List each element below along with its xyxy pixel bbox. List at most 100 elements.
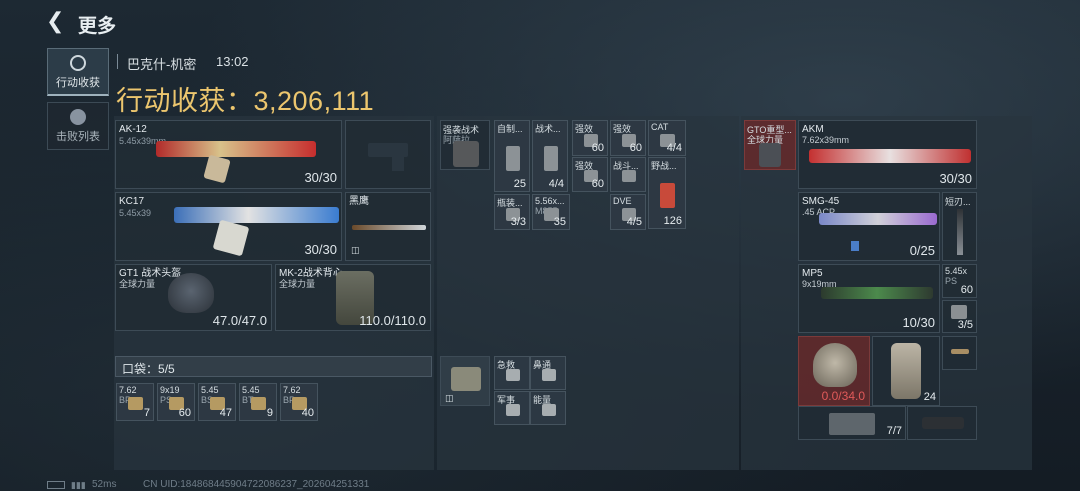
- enemy-vest-image: [759, 143, 781, 167]
- item-name: 5.45: [201, 385, 219, 395]
- pouch-item[interactable]: 5.45 BT 9: [239, 383, 277, 421]
- knife-image: [352, 225, 426, 230]
- item-name: 5.56x...: [535, 196, 565, 206]
- pouch-count: 5/5: [158, 362, 175, 376]
- divider: [117, 54, 118, 69]
- rig-item[interactable]: 强效 60: [610, 120, 646, 156]
- rig-item[interactable]: 5.56x...M85535: [532, 194, 570, 230]
- enemy-smg-slot[interactable]: SMG-45 .45 ACP 0/25: [798, 192, 940, 261]
- item-name: 5.45: [242, 385, 260, 395]
- item-count: 35: [553, 216, 566, 228]
- map-name: 巴克什-机密: [127, 57, 197, 72]
- case-slot[interactable]: ◫: [440, 356, 490, 406]
- vest-name: MK-2战术背心: [279, 268, 343, 279]
- item-image: [506, 146, 520, 171]
- tab-operation-harvest[interactable]: 行动收获: [47, 48, 109, 96]
- bag-image: [891, 343, 921, 399]
- box-image: [829, 413, 875, 435]
- ping: 52ms: [92, 479, 117, 490]
- rig-item[interactable]: 战术... 4/4: [532, 120, 568, 192]
- case-item[interactable]: 鼻通: [530, 356, 566, 390]
- rig-slot[interactable]: 强袭战术 阿萨拉: [440, 120, 490, 170]
- item-image: [542, 369, 556, 381]
- case-item[interactable]: 急救: [494, 356, 530, 390]
- item-name: 战术...: [535, 124, 561, 134]
- item-count: 60: [629, 142, 642, 154]
- back-arrow-icon[interactable]: ❮: [46, 10, 68, 32]
- item-count: 40: [301, 407, 314, 419]
- pistol-slot[interactable]: [345, 120, 431, 189]
- item-name: 9x19: [160, 385, 180, 395]
- unbind-icon: ◫: [351, 245, 360, 255]
- box-count: 7/7: [886, 425, 902, 437]
- enemy-mp5-slot[interactable]: MP5 9x19mm 10/30: [798, 264, 940, 333]
- weapon-caliber: 5.45x39: [119, 208, 152, 218]
- akm-image: [809, 149, 971, 163]
- enemy-small-slot[interactable]: [942, 336, 977, 370]
- rig-item[interactable]: 野战... 126: [648, 157, 686, 229]
- harvest-value: 3,206,111: [253, 86, 375, 116]
- mp5-image: [821, 287, 933, 299]
- case-item[interactable]: 能量: [530, 391, 566, 425]
- rig-item[interactable]: CAT 4/4: [648, 120, 686, 156]
- helmet-durability: 47.0/47.0: [212, 313, 267, 328]
- enemy-box-slot[interactable]: 7/7: [798, 406, 906, 440]
- helmet-image: [813, 343, 857, 387]
- rig-item[interactable]: DVE 4/5: [610, 194, 646, 230]
- pouch-item[interactable]: 9x19 PS 60: [157, 383, 195, 421]
- enemy-bag-slot[interactable]: 24: [872, 336, 940, 406]
- item-image: [951, 349, 969, 354]
- item-count: 4/5: [626, 216, 642, 228]
- melee-slot[interactable]: 黑鹰 ◫: [345, 192, 431, 261]
- item-name: 自制...: [497, 124, 523, 134]
- enemy-primary-slot[interactable]: AKM 7.62x39mm 30/30: [798, 120, 977, 189]
- vest-slot[interactable]: MK-2战术背心 全球力量 110.0/110.0: [275, 264, 431, 331]
- secondary-weapon-slot[interactable]: KC17 5.45x39 30/30: [115, 192, 342, 261]
- helmet-image: [168, 273, 214, 313]
- enemy-helmet-slot[interactable]: 0.0/34.0: [798, 336, 870, 406]
- enemy-scope-slot[interactable]: [907, 406, 977, 440]
- item-count: 4/4: [548, 178, 564, 190]
- tab-kill-list[interactable]: 击败列表: [47, 102, 109, 150]
- ammo-count: 0/25: [909, 243, 935, 258]
- pistol-grip-icon: [392, 155, 404, 171]
- enemy-ammo-slot[interactable]: 5.45x PS 60: [942, 264, 977, 298]
- vest-durability: 110.0/110.0: [359, 313, 426, 328]
- page-title: 更多: [78, 16, 117, 37]
- enemy-item-slot[interactable]: 3/5: [942, 300, 977, 333]
- rig-item[interactable]: 强效 60: [572, 157, 608, 192]
- player-uid: CN UID:184868445904722086237_20260425133…: [143, 479, 370, 490]
- scope-image: [922, 417, 964, 429]
- item-image: [542, 404, 556, 416]
- primary-weapon-slot[interactable]: AK-12 5.45x39mm 30/30: [115, 120, 342, 189]
- attachment-image: [851, 241, 859, 251]
- item-count: 60: [591, 178, 604, 190]
- ammo-type: PS: [945, 276, 958, 286]
- pouch-item[interactable]: 7.62 BP 7: [116, 383, 154, 421]
- knife-image: [957, 209, 963, 255]
- item-name: 7.62: [119, 385, 137, 395]
- battery-icon: [47, 481, 65, 489]
- enemy-knife-slot[interactable]: 短刃...: [942, 192, 977, 261]
- ak12-image: [156, 141, 316, 157]
- pouch-item[interactable]: 7.62 BP 40: [280, 383, 318, 421]
- weapon-name: AKM: [802, 124, 824, 135]
- item-image: [506, 369, 520, 381]
- signal-icon: ▮▮▮: [71, 480, 86, 490]
- vest-brand: 全球力量: [279, 279, 316, 289]
- ammo-count: 30/30: [304, 170, 337, 185]
- rig-item[interactable]: 强效 60: [572, 120, 608, 156]
- rig-item[interactable]: 自制... 25: [494, 120, 530, 192]
- rig-item[interactable]: 战斗...: [610, 157, 646, 192]
- item-count: 7: [143, 407, 150, 419]
- pouch-item[interactable]: 5.45 BS 47: [198, 383, 236, 421]
- rig-image: [453, 141, 479, 167]
- weapon-name: SMG-45: [802, 196, 840, 207]
- item-image: [544, 146, 558, 171]
- case-item[interactable]: 军事: [494, 391, 530, 425]
- ammo-count: 30/30: [304, 242, 337, 257]
- rig-item[interactable]: 瓶装... 3/3: [494, 194, 530, 230]
- helmet-slot[interactable]: GT1 战术头盔 全球力量 47.0/47.0: [115, 264, 272, 331]
- enemy-vest-slot[interactable]: GTO重型... 全球力量: [744, 120, 796, 170]
- helmet-durability-value: 0.0/34.0: [821, 389, 865, 403]
